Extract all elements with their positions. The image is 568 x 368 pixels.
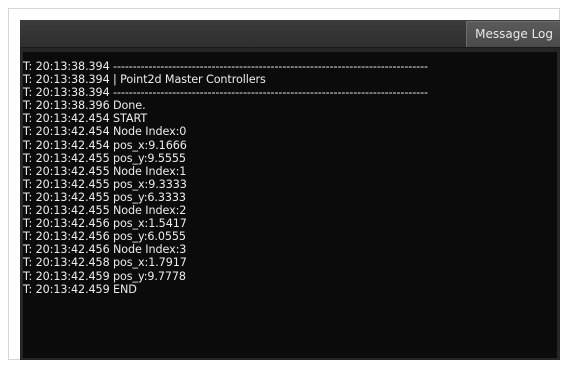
log-line: T: 20:13:38.394 ------------------------… bbox=[23, 60, 428, 73]
log-line: T: 20:13:42.459 pos_y:9.7778 bbox=[23, 269, 186, 283]
log-line: T: 20:13:42.454 pos_x:9.1666 bbox=[23, 138, 187, 152]
log-line: T: 20:13:38.394 ------------------------… bbox=[23, 86, 428, 100]
log-line: T: 20:13:42.454 START bbox=[23, 112, 148, 126]
tab-message-log[interactable]: Message Log bbox=[466, 21, 560, 47]
log-line: T: 20:13:42.456 pos_x:1.5417 bbox=[23, 217, 187, 231]
log-line: T: 20:13:38.396 Done. bbox=[23, 99, 146, 113]
log-line: T: 20:13:42.455 pos_y:9.5555 bbox=[23, 151, 186, 165]
message-log-output[interactable]: T: 20:13:38.394 ------------------------… bbox=[23, 52, 557, 358]
log-line: T: 20:13:38.394 | Point2d Master Control… bbox=[23, 73, 266, 87]
panel-tab-bar: Message Log bbox=[20, 20, 560, 48]
log-line: T: 20:13:42.456 Node Index:3 bbox=[23, 243, 187, 257]
log-line: T: 20:13:42.458 pos_x:1.7917 bbox=[23, 256, 187, 270]
message-log-panel: Message Log T: 20:13:38.394 ------------… bbox=[20, 20, 560, 360]
log-line: T: 20:13:42.455 Node Index:1 bbox=[23, 164, 187, 178]
log-line: T: 20:13:42.455 pos_x:9.3333 bbox=[23, 177, 187, 191]
log-line: T: 20:13:42.456 pos_y:6.0555 bbox=[23, 230, 186, 244]
log-line: T: 20:13:42.455 pos_y:6.3333 bbox=[23, 190, 186, 204]
log-line-list: T: 20:13:38.394 ------------------------… bbox=[23, 52, 557, 296]
log-line: T: 20:13:42.454 Node Index:0 bbox=[23, 125, 187, 139]
log-line: T: 20:13:42.455 Node Index:2 bbox=[23, 204, 187, 218]
log-line: T: 20:13:42.459 END bbox=[23, 282, 137, 296]
